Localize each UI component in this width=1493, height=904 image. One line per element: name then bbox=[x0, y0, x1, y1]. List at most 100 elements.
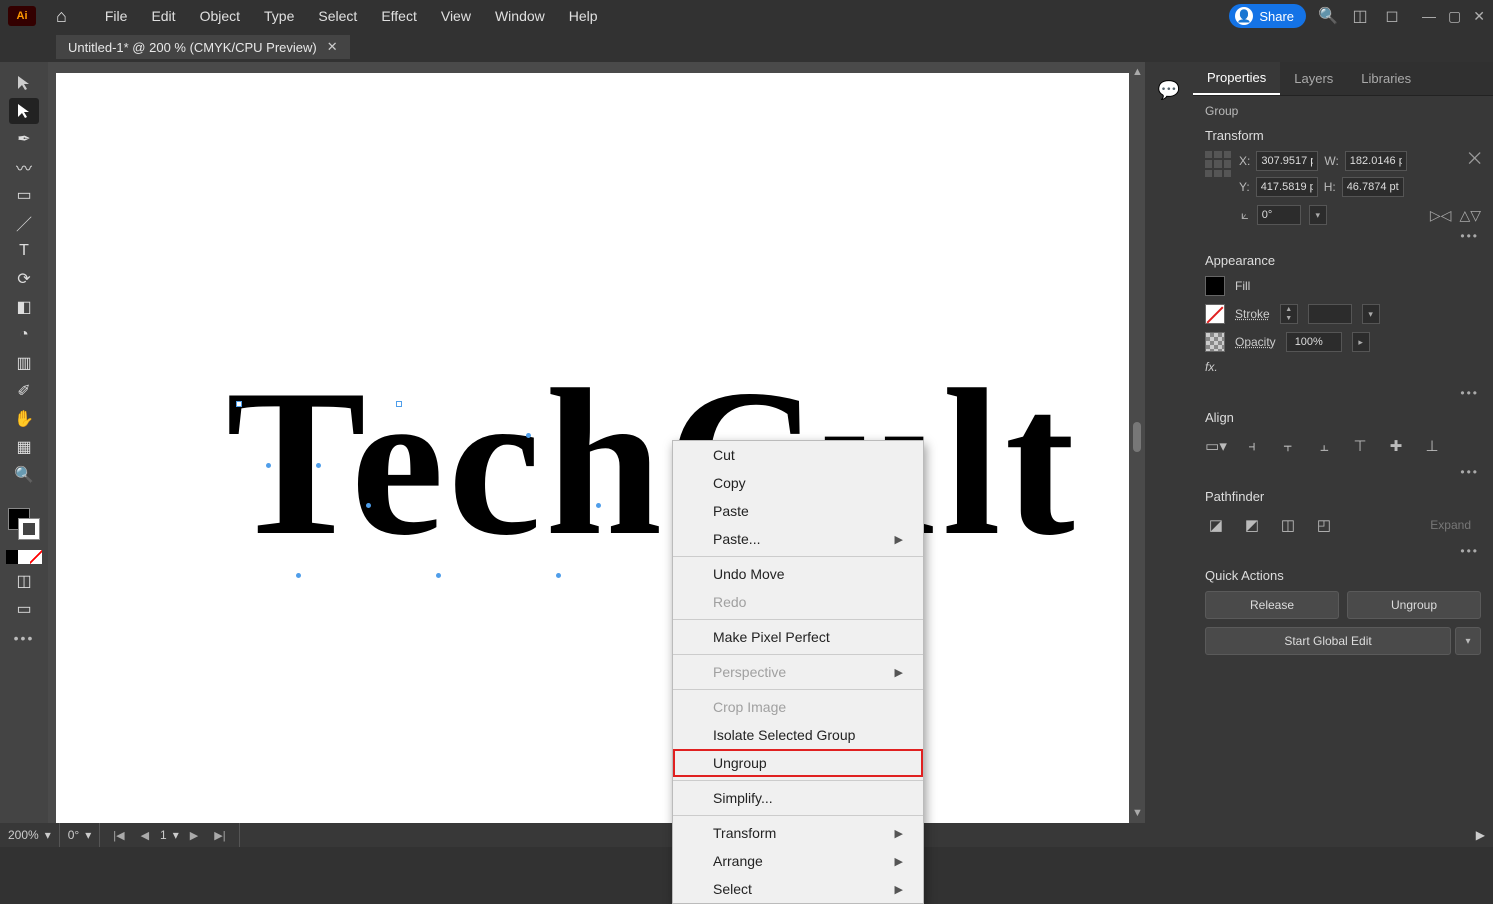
align-right-icon[interactable]: ⫠ bbox=[1313, 435, 1335, 457]
status-menu-icon[interactable]: ▶ bbox=[1468, 823, 1493, 847]
align-hcenter-icon[interactable]: ⫟ bbox=[1277, 435, 1299, 457]
hand-tool[interactable]: ✋ bbox=[9, 406, 39, 432]
ctx-cut[interactable]: Cut bbox=[673, 441, 923, 469]
artboard-index[interactable]: 1 bbox=[160, 828, 167, 842]
h-input[interactable] bbox=[1342, 177, 1404, 197]
gradient-tool[interactable]: ▥ bbox=[9, 350, 39, 376]
color-mode-row[interactable] bbox=[6, 550, 42, 564]
menu-effect[interactable]: Effect bbox=[373, 4, 425, 28]
transform-more-icon[interactable]: ••• bbox=[1205, 225, 1481, 243]
ctx-simplify[interactable]: Simplify... bbox=[673, 784, 923, 812]
flip-vertical-icon[interactable]: △▽ bbox=[1459, 207, 1481, 224]
ctx-select[interactable]: Select▶ bbox=[673, 875, 923, 903]
menu-view[interactable]: View bbox=[433, 4, 479, 28]
eyedropper-tool[interactable]: ✐ bbox=[9, 378, 39, 404]
menu-file[interactable]: File bbox=[97, 4, 136, 28]
zoom-tool[interactable]: 🔍 bbox=[9, 462, 39, 488]
ctx-make-pixel-perfect[interactable]: Make Pixel Perfect bbox=[673, 623, 923, 651]
share-button[interactable]: 👤 Share bbox=[1229, 4, 1306, 28]
opacity-swatch-icon[interactable] bbox=[1205, 332, 1225, 352]
angle-dropdown-icon[interactable]: ▾ bbox=[1309, 205, 1327, 225]
reference-point-icon[interactable] bbox=[1205, 151, 1231, 177]
chevron-down-icon[interactable]: ▾ bbox=[85, 828, 91, 842]
zoom-level[interactable]: 200%▾ bbox=[0, 823, 60, 847]
y-input[interactable] bbox=[1256, 177, 1318, 197]
rotate-view[interactable]: 0°▾ bbox=[60, 823, 101, 847]
fill-stroke-swatches[interactable] bbox=[8, 508, 40, 540]
ctx-paste[interactable]: Paste bbox=[673, 497, 923, 525]
fill-color-swatch[interactable] bbox=[1205, 276, 1225, 296]
stroke-weight-dropdown-icon[interactable]: ▾ bbox=[1362, 304, 1380, 324]
screen-mode-icon[interactable]: ▭ bbox=[9, 596, 39, 622]
fx-label[interactable]: fx. bbox=[1205, 360, 1218, 374]
ctx-transform[interactable]: Transform▶ bbox=[673, 819, 923, 847]
w-input[interactable] bbox=[1345, 151, 1407, 171]
qa-ungroup-button[interactable]: Ungroup bbox=[1347, 591, 1481, 619]
pf-minus-front-icon[interactable]: ◩ bbox=[1241, 514, 1263, 536]
ctx-undo[interactable]: Undo Move bbox=[673, 560, 923, 588]
rectangle-tool[interactable]: ▭ bbox=[9, 182, 39, 208]
chevron-down-icon[interactable]: ▾ bbox=[173, 828, 179, 842]
workspace-switcher-icon[interactable]: ◻ bbox=[1382, 6, 1402, 26]
search-icon[interactable]: 🔍 bbox=[1318, 6, 1338, 26]
eraser-tool[interactable]: ◧ bbox=[9, 294, 39, 320]
align-more-icon[interactable]: ••• bbox=[1205, 461, 1481, 479]
appearance-more-icon[interactable]: ••• bbox=[1205, 382, 1481, 400]
direct-selection-tool[interactable] bbox=[9, 98, 39, 124]
qa-global-edit-button[interactable]: Start Global Edit bbox=[1205, 627, 1451, 655]
align-bottom-icon[interactable]: ⊥ bbox=[1421, 435, 1443, 457]
x-input[interactable] bbox=[1256, 151, 1318, 171]
draw-mode-normal-icon[interactable]: ◫ bbox=[9, 568, 39, 594]
opacity-dropdown-icon[interactable]: ▸ bbox=[1352, 332, 1370, 352]
stroke-label[interactable]: Stroke bbox=[1235, 307, 1270, 321]
scroll-up-icon[interactable]: ▲ bbox=[1132, 66, 1143, 78]
rotate-tool[interactable]: ⟳ bbox=[9, 266, 39, 292]
artboard-next-icon[interactable]: ▶ bbox=[185, 829, 203, 842]
tab-close-icon[interactable]: ✕ bbox=[327, 39, 338, 55]
align-left-icon[interactable]: ⫞ bbox=[1241, 435, 1263, 457]
stroke-weight-stepper[interactable]: ▲▼ bbox=[1280, 304, 1298, 324]
artboard-first-icon[interactable]: |◀ bbox=[108, 829, 129, 842]
align-top-icon[interactable]: ⊤ bbox=[1349, 435, 1371, 457]
menu-help[interactable]: Help bbox=[561, 4, 606, 28]
arrange-documents-icon[interactable]: ◫ bbox=[1350, 6, 1370, 26]
opacity-input[interactable] bbox=[1286, 332, 1342, 352]
flip-horizontal-icon[interactable]: ▷◁ bbox=[1430, 207, 1452, 224]
constrain-proportions-icon[interactable]: ⨉ bbox=[1468, 151, 1481, 169]
menu-type[interactable]: Type bbox=[256, 4, 302, 28]
shape-builder-tool[interactable]: ◔ bbox=[9, 322, 39, 348]
qa-release-button[interactable]: Release bbox=[1205, 591, 1339, 619]
document-tab[interactable]: Untitled-1* @ 200 % (CMYK/CPU Preview) ✕ bbox=[56, 35, 350, 59]
artboard-last-icon[interactable]: ▶| bbox=[209, 829, 230, 842]
artboard[interactable]: TechCult bbox=[56, 73, 1129, 823]
tab-properties[interactable]: Properties bbox=[1193, 62, 1280, 95]
scroll-down-icon[interactable]: ▼ bbox=[1132, 807, 1143, 819]
ctx-isolate-group[interactable]: Isolate Selected Group bbox=[673, 721, 923, 749]
window-maximize-icon[interactable]: ▢ bbox=[1448, 8, 1461, 25]
paintbrush-tool[interactable]: ／ bbox=[9, 210, 39, 236]
align-vcenter-icon[interactable]: ✚ bbox=[1385, 435, 1407, 457]
pathfinder-more-icon[interactable]: ••• bbox=[1205, 540, 1481, 558]
stroke-swatch-icon[interactable] bbox=[18, 518, 40, 540]
stroke-color-swatch[interactable] bbox=[1205, 304, 1225, 324]
pf-unite-icon[interactable]: ◪ bbox=[1205, 514, 1227, 536]
pf-exclude-icon[interactable]: ◰ bbox=[1313, 514, 1335, 536]
chevron-down-icon[interactable]: ▾ bbox=[45, 828, 51, 842]
align-to-icon[interactable]: ▭▾ bbox=[1205, 435, 1227, 457]
menu-select[interactable]: Select bbox=[310, 4, 365, 28]
canvas-area[interactable]: TechCult Cut Copy Paste Paste...▶ Undo M… bbox=[48, 62, 1129, 823]
menu-window[interactable]: Window bbox=[487, 4, 553, 28]
type-tool[interactable]: T bbox=[9, 238, 39, 264]
angle-input[interactable] bbox=[1257, 205, 1301, 225]
tab-layers[interactable]: Layers bbox=[1280, 62, 1347, 95]
window-minimize-icon[interactable]: — bbox=[1422, 8, 1436, 25]
comments-panel-icon[interactable]: 💬 bbox=[1158, 80, 1180, 101]
ctx-paste-sub[interactable]: Paste...▶ bbox=[673, 525, 923, 553]
selection-tool[interactable] bbox=[9, 70, 39, 96]
menu-object[interactable]: Object bbox=[192, 4, 248, 28]
tab-libraries[interactable]: Libraries bbox=[1347, 62, 1425, 95]
opacity-label[interactable]: Opacity bbox=[1235, 335, 1276, 349]
scroll-thumb[interactable] bbox=[1133, 422, 1141, 452]
stroke-weight-input[interactable] bbox=[1308, 304, 1352, 324]
ctx-arrange[interactable]: Arrange▶ bbox=[673, 847, 923, 875]
